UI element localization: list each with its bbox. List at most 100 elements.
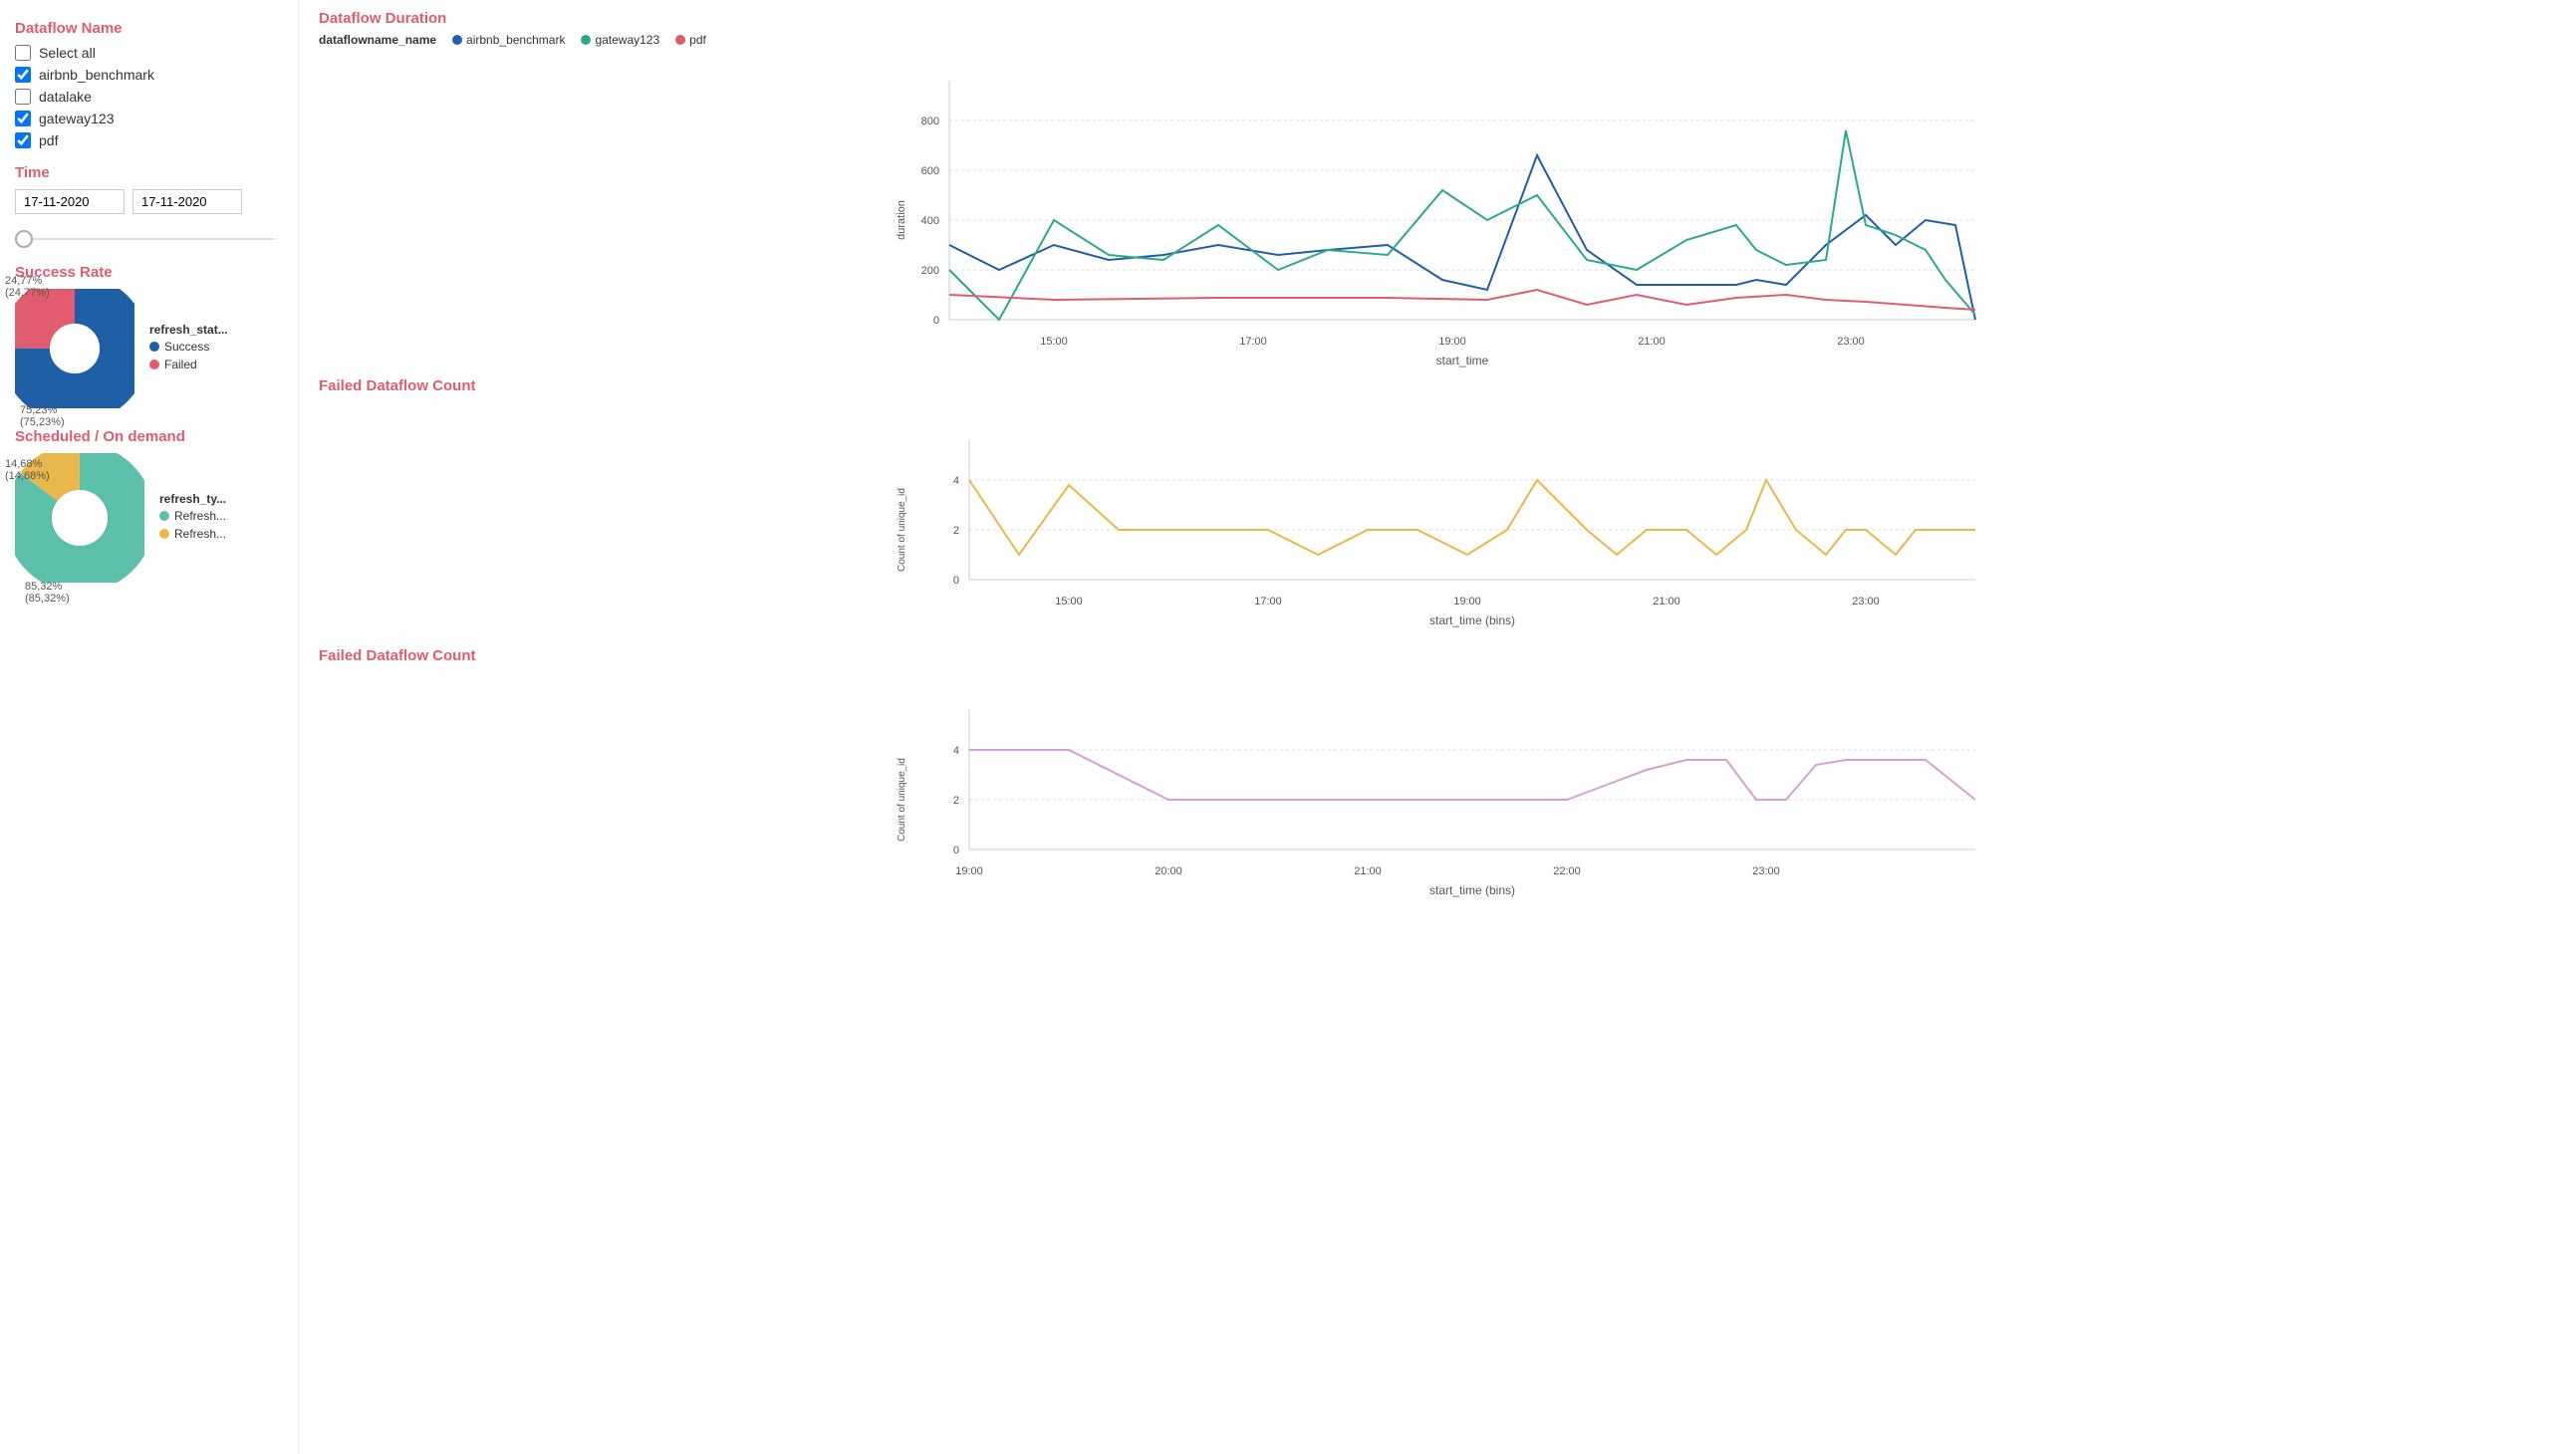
svg-text:17:00: 17:00 [1239,336,1267,348]
svg-text:200: 200 [921,265,939,277]
date-end-input[interactable] [132,189,242,214]
select-all-checkbox[interactable] [15,45,31,61]
airbnb-legend: airbnb_benchmark [452,33,565,47]
airbnb-line [949,155,1975,320]
gateway-legend: gateway123 [581,33,659,47]
gateway-label: gateway123 [39,111,115,126]
svg-text:0: 0 [953,575,959,587]
slider-thumb[interactable] [15,230,33,248]
svg-text:0: 0 [933,315,939,327]
airbnb-checkbox[interactable] [15,67,31,83]
duration-svg: 0 200 400 600 800 duration 15:00 17:00 1… [319,51,2556,369]
svg-text:22:00: 22:00 [1553,865,1581,877]
svg-text:15:00: 15:00 [1040,336,1068,348]
svg-text:19:00: 19:00 [1453,596,1481,607]
gateway-checkbox[interactable] [15,111,31,126]
duration-legend: dataflowname_name airbnb_benchmark gatew… [319,33,2556,47]
svg-text:400: 400 [921,215,939,227]
svg-text:4: 4 [953,475,959,487]
success-rate-wrapper: 24,77%(24,77%) 75,23%(75,23%) refresh_st… [15,289,283,408]
svg-text:17:00: 17:00 [1254,596,1282,607]
success-legend-failed: Failed [149,358,228,371]
refresh-teal-label: Refresh... [174,509,226,523]
small-segment-label: 14,68%(14,68%) [5,458,50,482]
success-dot [149,342,159,352]
success-legend-failed-label: Failed [164,358,197,371]
legend-label: dataflowname_name [319,33,436,47]
large-segment-label: 85,32%(85,32%) [25,581,70,605]
airbnb-legend-circle [452,35,462,45]
success-rate-title: Success Rate [15,264,283,281]
svg-text:2: 2 [953,525,959,537]
select-all-row[interactable]: Select all [15,45,283,61]
failed-percent-label: 24,77%(24,77%) [5,275,50,299]
yellow-dot [159,529,169,539]
select-all-label: Select all [39,45,96,61]
svg-text:4: 4 [953,745,959,757]
success-legend-title: refresh_stat... [149,323,228,337]
failed-yellow-line [969,480,1975,555]
failed-count2-svg: 0 2 4 Count of unique_id 19:00 20:00 21:… [319,670,2556,909]
slider-track [15,238,274,240]
failed-count2-title: Failed Dataflow Count [319,647,2556,664]
duration-chart-section: Dataflow Duration dataflowname_name airb… [319,10,2556,372]
svg-text:23:00: 23:00 [1837,336,1865,348]
airbnb-row[interactable]: airbnb_benchmark [15,67,283,83]
pdf-line [949,290,1975,310]
failed-count-svg: 0 2 4 Count of unique_id 15:00 17:00 19:… [319,400,2556,639]
svg-text:2: 2 [953,795,959,807]
refresh-yellow-label: Refresh... [174,527,226,541]
success-legend-success-label: Success [164,340,209,354]
failed-count-title: Failed Dataflow Count [319,377,2556,394]
svg-text:21:00: 21:00 [1638,336,1666,348]
gateway-line [949,130,1975,320]
datalake-checkbox[interactable] [15,89,31,105]
duration-chart-title: Dataflow Duration [319,10,2556,27]
airbnb-label: airbnb_benchmark [39,67,154,83]
dataflow-name-title: Dataflow Name [15,20,283,37]
failed-count2-section: Failed Dataflow Count 0 2 4 Count of uni… [319,647,2556,912]
svg-text:Count of unique_id: Count of unique_id [897,758,907,842]
svg-text:800: 800 [921,116,939,127]
svg-text:20:00: 20:00 [1155,865,1182,877]
svg-text:19:00: 19:00 [955,865,983,877]
failed-pink-line [969,750,1975,800]
scheduled-wrapper: 14,68%(14,68%) 85,32%(85,32%) refresh_ty… [15,453,283,583]
teal-dot [159,511,169,521]
date-start-input[interactable] [15,189,125,214]
svg-text:19:00: 19:00 [1438,336,1466,348]
svg-text:21:00: 21:00 [1354,865,1382,877]
gateway-legend-text: gateway123 [595,33,659,47]
success-legend: refresh_stat... Success Failed [149,323,228,375]
svg-text:start_time (bins): start_time (bins) [1429,613,1515,627]
success-rate-pie [15,289,134,408]
pdf-legend-circle [675,35,685,45]
failed-count-section: Failed Dataflow Count 0 2 4 Count of uni… [319,377,2556,642]
svg-text:23:00: 23:00 [1852,596,1880,607]
svg-text:15:00: 15:00 [1055,596,1083,607]
gateway-legend-circle [581,35,591,45]
scheduled-legend: refresh_ty... Refresh... Refresh... [159,492,226,545]
pdf-row[interactable]: pdf [15,132,283,148]
gateway-row[interactable]: gateway123 [15,111,283,126]
svg-text:21:00: 21:00 [1653,596,1680,607]
time-slider[interactable] [15,224,274,254]
success-legend-success: Success [149,340,228,354]
svg-text:start_time: start_time [1436,354,1489,367]
svg-text:600: 600 [921,165,939,177]
svg-text:start_time (bins): start_time (bins) [1429,883,1515,897]
failed-dot [149,360,159,369]
pdf-label: pdf [39,132,58,148]
airbnb-legend-text: airbnb_benchmark [466,33,565,47]
datalake-label: datalake [39,89,92,105]
pdf-legend-text: pdf [689,33,706,47]
pdf-legend: pdf [675,33,706,47]
svg-text:23:00: 23:00 [1752,865,1780,877]
scheduled-title: Scheduled / On demand [15,428,283,445]
pdf-checkbox[interactable] [15,132,31,148]
svg-text:Count of unique_id: Count of unique_id [897,488,907,572]
scheduled-legend-title: refresh_ty... [159,492,226,506]
scheduled-legend-yellow: Refresh... [159,527,226,541]
time-title: Time [15,164,283,181]
datalake-row[interactable]: datalake [15,89,283,105]
